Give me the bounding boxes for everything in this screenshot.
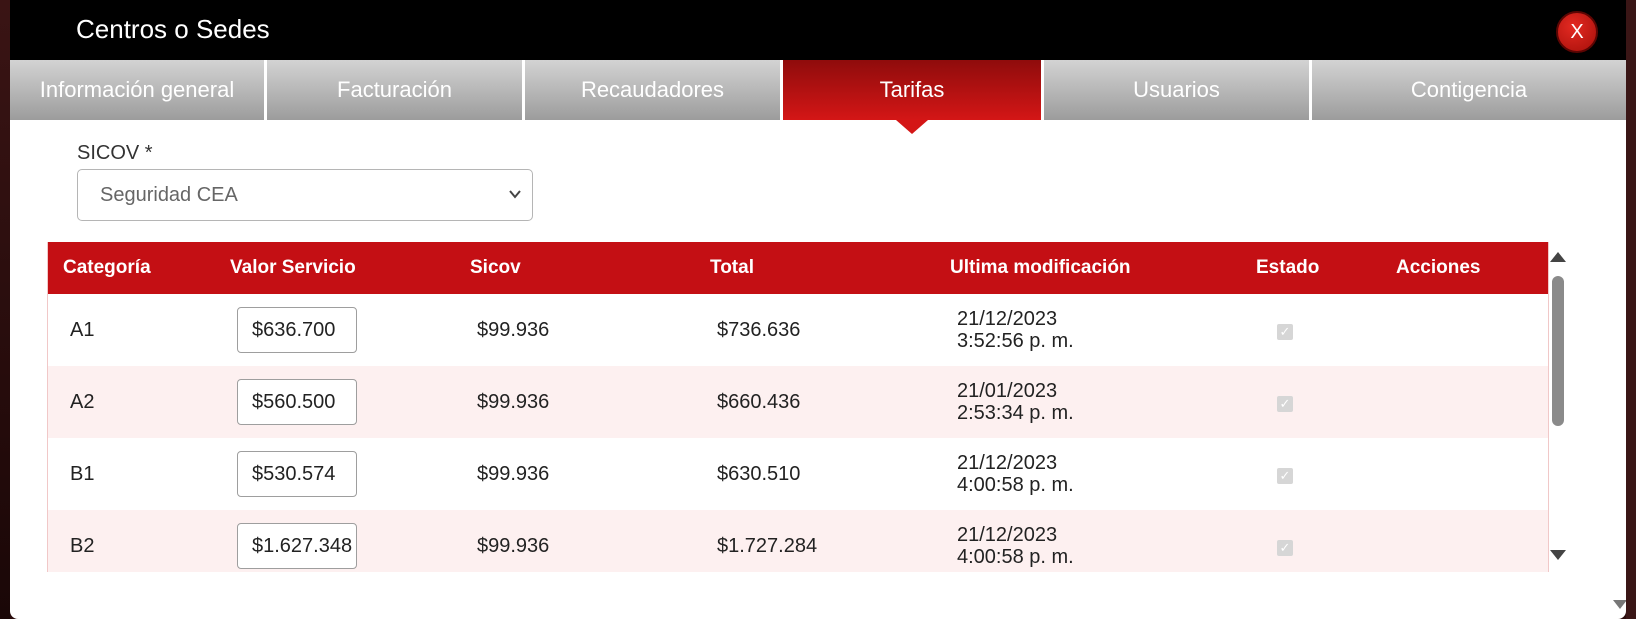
modal-scroll-down-icon[interactable] bbox=[1613, 600, 1626, 609]
cell-total: $1.727.284 bbox=[717, 534, 818, 557]
hora: 2:53:34 p. m. bbox=[957, 402, 1074, 424]
column-header-sicov: Sicov bbox=[470, 257, 521, 278]
cell-ultima-modificacion: 21/12/2023 4:00:58 p. m. bbox=[935, 438, 1241, 510]
cell-acciones bbox=[1381, 438, 1548, 510]
cell-estado: ✓ bbox=[1241, 366, 1381, 438]
cell-categoria: B2 bbox=[70, 534, 95, 557]
estado-checkbox[interactable]: ✓ bbox=[1277, 323, 1293, 340]
column-header-total: Total bbox=[710, 257, 754, 278]
cell-total: $660.436 bbox=[717, 390, 801, 413]
cell-acciones bbox=[1381, 510, 1548, 572]
cell-acciones bbox=[1381, 294, 1548, 366]
tab-bar: Información general Facturación Recaudad… bbox=[10, 60, 1626, 134]
table-row: A2 $560.500 $99.936 $660.436 21/01/2023 2… bbox=[48, 366, 1548, 438]
cell-total: $630.510 bbox=[717, 462, 801, 485]
cell-total: $736.636 bbox=[717, 318, 801, 341]
cell-categoria: B1 bbox=[70, 462, 95, 485]
hora: 4:00:58 p. m. bbox=[957, 474, 1074, 496]
modal-header: Centros o Sedes X bbox=[10, 0, 1626, 60]
estado-checkbox[interactable]: ✓ bbox=[1277, 395, 1293, 412]
table-row: A1 $636.700 $99.936 $736.636 21/12/2023 3… bbox=[48, 294, 1548, 366]
tab-label: Usuarios bbox=[1133, 77, 1220, 102]
cell-sicov: $99.936 bbox=[477, 462, 550, 485]
cell-categoria: A2 bbox=[70, 390, 95, 413]
cell-valor-servicio: $530.574 bbox=[215, 438, 455, 510]
cell-valor-servicio: $1.627.348 bbox=[215, 510, 455, 572]
cell-ultima-modificacion: 21/01/2023 2:53:34 p. m. bbox=[935, 366, 1241, 438]
fecha: 21/12/2023 bbox=[957, 308, 1058, 330]
sicov-select[interactable]: Seguridad CEA bbox=[77, 169, 533, 221]
tab-label: Recaudadores bbox=[580, 77, 725, 102]
hora: 4:00:58 p. m. bbox=[957, 546, 1074, 568]
table-scroll-down-icon[interactable] bbox=[1550, 550, 1566, 560]
estado-checkbox[interactable]: ✓ bbox=[1277, 467, 1293, 484]
fecha: 21/12/2023 bbox=[957, 524, 1058, 546]
tab-contigencia[interactable]: Contigencia bbox=[1312, 60, 1626, 120]
tab-label: Tarifas bbox=[879, 77, 945, 102]
cell-ultima-modificacion: 21/12/2023 4:00:58 p. m. bbox=[935, 510, 1241, 572]
tab-facturacion[interactable]: Facturación bbox=[267, 60, 525, 120]
modal-title: Centros o Sedes bbox=[76, 14, 270, 44]
table-scrollbar-thumb[interactable] bbox=[1552, 276, 1564, 426]
close-button[interactable]: X bbox=[1556, 11, 1598, 53]
hora: 3:52:56 p. m. bbox=[957, 330, 1074, 352]
table-row: B1 $530.574 $99.936 $630.510 21/12/2023 4… bbox=[48, 438, 1548, 510]
tab-informacion-general[interactable]: Información general bbox=[10, 60, 267, 120]
valor-servicio-input[interactable]: $530.574 bbox=[237, 451, 357, 497]
centros-modal: Centros o Sedes X Información general Fa… bbox=[10, 0, 1626, 619]
column-header-valor-servicio: Valor Servicio bbox=[230, 257, 356, 278]
valor-servicio-input[interactable]: $560.500 bbox=[237, 379, 357, 425]
tab-label: Contigencia bbox=[1410, 77, 1528, 102]
cell-valor-servicio: $636.700 bbox=[215, 294, 455, 366]
tab-recaudadores[interactable]: Recaudadores bbox=[525, 60, 783, 120]
active-tab-arrow bbox=[896, 120, 928, 134]
cell-acciones bbox=[1381, 366, 1548, 438]
page-backdrop bbox=[0, 0, 10, 619]
column-header-categoria: Categoría bbox=[63, 257, 151, 278]
tarifas-table: Categoría Valor Servicio Sicov Total Ult… bbox=[47, 242, 1549, 572]
sicov-label: SICOV * bbox=[77, 142, 153, 164]
tab-label: Facturación bbox=[337, 77, 452, 102]
cell-ultima-modificacion: 21/12/2023 3:52:56 p. m. bbox=[935, 294, 1241, 366]
column-header-acciones: Acciones bbox=[1396, 257, 1481, 278]
cell-estado: ✓ bbox=[1241, 438, 1381, 510]
cell-sicov: $99.936 bbox=[477, 390, 550, 413]
fecha: 21/01/2023 bbox=[957, 380, 1058, 402]
fecha: 21/12/2023 bbox=[957, 452, 1058, 474]
cell-sicov: $99.936 bbox=[477, 534, 550, 557]
cell-valor-servicio: $560.500 bbox=[215, 366, 455, 438]
estado-checkbox[interactable]: ✓ bbox=[1277, 539, 1293, 556]
valor-servicio-input[interactable]: $636.700 bbox=[237, 307, 357, 353]
chevron-down-icon bbox=[508, 170, 522, 240]
cell-categoria: A1 bbox=[70, 318, 95, 341]
cell-estado: ✓ bbox=[1241, 294, 1381, 366]
cell-estado: ✓ bbox=[1241, 510, 1381, 572]
page-backdrop-right bbox=[1626, 0, 1636, 619]
column-header-estado: Estado bbox=[1256, 257, 1320, 278]
sicov-selected-value: Seguridad CEA bbox=[100, 184, 238, 206]
valor-servicio-input[interactable]: $1.627.348 bbox=[237, 523, 357, 569]
cell-sicov: $99.936 bbox=[477, 318, 550, 341]
table-row: B2 $1.627.348 $99.936 $1.727.284 21/12/2… bbox=[48, 510, 1548, 572]
table-header-row: Categoría Valor Servicio Sicov Total Ult… bbox=[48, 242, 1548, 294]
tab-label: Información general bbox=[39, 77, 235, 102]
column-header-ultima-modificacion: Ultima modificación bbox=[950, 257, 1131, 278]
table-scroll-up-icon[interactable] bbox=[1550, 252, 1566, 262]
tab-tarifas[interactable]: Tarifas bbox=[783, 60, 1044, 134]
tab-usuarios[interactable]: Usuarios bbox=[1044, 60, 1312, 120]
